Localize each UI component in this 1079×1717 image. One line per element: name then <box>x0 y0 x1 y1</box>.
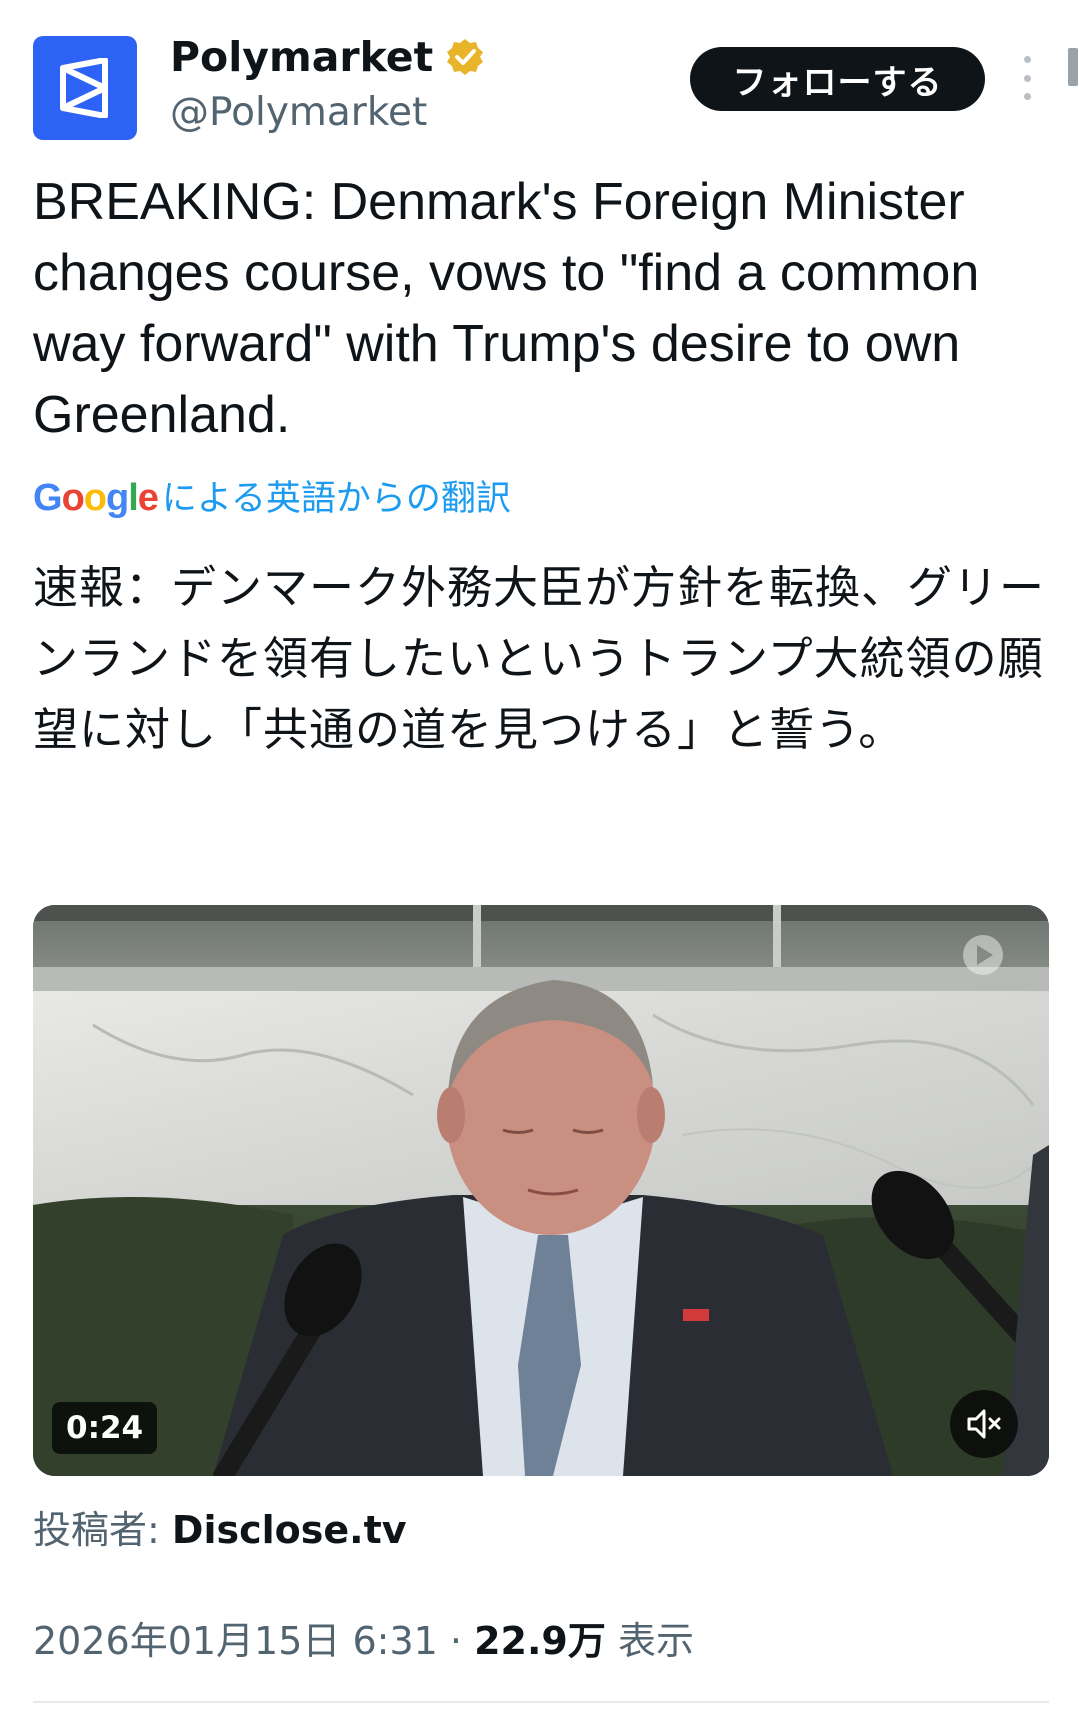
google-logo: Google <box>33 477 159 519</box>
author-display-name-row[interactable]: Polymarket <box>170 30 485 84</box>
watermark-play-icon <box>963 935 1003 975</box>
avatar[interactable] <box>33 36 137 140</box>
author-handle[interactable]: @Polymarket <box>170 88 427 138</box>
polymarket-logo-icon <box>60 58 108 118</box>
view-count: 22.9万 <box>474 1619 606 1663</box>
follow-button[interactable]: フォローする <box>690 47 985 111</box>
meta-separator: · <box>449 1619 463 1663</box>
source-link[interactable]: Disclose.tv <box>172 1508 407 1552</box>
more-options-icon[interactable] <box>1012 56 1042 100</box>
author-display-name[interactable]: Polymarket <box>170 30 433 84</box>
scrollbar[interactable] <box>1068 48 1078 86</box>
divider <box>33 1701 1049 1703</box>
timestamp[interactable]: 2026年01月15日 6:31 <box>33 1619 438 1663</box>
verified-badge-icon <box>447 39 484 75</box>
translation-attribution[interactable]: Google による英語からの翻訳 <box>33 474 511 523</box>
translated-text: 速報：デンマーク外務大臣が方針を転換、グリーンランドを領有したいというトランプ大… <box>33 561 1046 756</box>
volume-muted-icon[interactable] <box>950 1390 1018 1458</box>
video-player[interactable] <box>33 905 1049 1476</box>
source-prefix: 投稿者: <box>33 1508 160 1552</box>
video-duration: 0:24 <box>52 1402 158 1454</box>
media-source: 投稿者: Disclose.tv <box>33 1503 407 1557</box>
view-count-label: 表示 <box>617 1619 694 1663</box>
tweet-meta: 2026年01月15日 6:31 · 22.9万 表示 <box>33 1614 694 1668</box>
video-frame <box>33 905 1049 1476</box>
tweet-text: BREAKING: Denmark's Foreign Minister cha… <box>33 173 980 444</box>
translation-label[interactable]: による英語からの翻訳 <box>162 475 511 523</box>
